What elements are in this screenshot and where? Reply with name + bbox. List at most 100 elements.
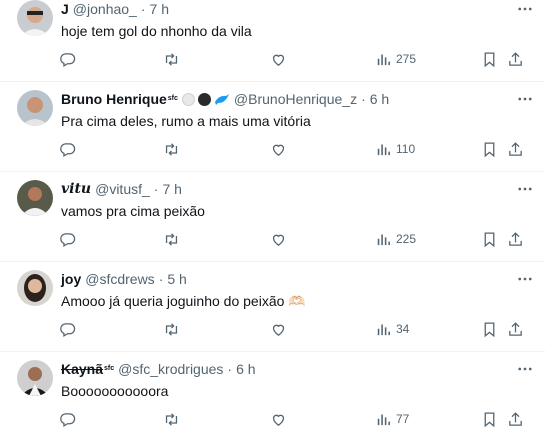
name-superscript: sfc (167, 95, 178, 102)
separator-dot: · (153, 181, 159, 197)
tweet[interactable]: Kaynã sfc @sfc_krodrigues · 6 h Booooooo… (0, 352, 545, 435)
views-icon (377, 234, 390, 245)
timestamp[interactable]: 6 h (370, 90, 389, 108)
handle[interactable]: @sfc_krodrigues (118, 360, 223, 378)
retweet-button[interactable] (163, 138, 180, 160)
share-button[interactable] (507, 48, 524, 70)
retweet-icon (165, 412, 178, 426)
more-icon[interactable] (516, 180, 534, 198)
reply-button[interactable] (59, 138, 76, 160)
views-button[interactable]: 77 (375, 408, 409, 430)
like-icon (272, 234, 285, 246)
bookmark-icon (484, 411, 495, 427)
reply-button[interactable] (59, 228, 76, 250)
tweet-header: joy @sfcdrews · 5 h (61, 270, 187, 288)
more-icon[interactable] (516, 90, 534, 108)
views-button[interactable]: 275 (375, 48, 416, 70)
display-name[interactable]: joy (61, 270, 81, 288)
tweet[interactable]: vitu @vitusf_ · 7 h vamos pra cima peixã… (0, 172, 545, 262)
share-button[interactable] (507, 138, 524, 160)
avatar[interactable] (17, 360, 53, 396)
bookmark-icon (484, 141, 495, 157)
views-button[interactable]: 110 (375, 138, 415, 160)
display-name[interactable]: vitu (61, 180, 91, 198)
bookmark-button[interactable] (481, 48, 498, 70)
share-icon (509, 231, 522, 246)
handle[interactable]: @sfcdrews (85, 270, 154, 288)
reply-button[interactable] (59, 48, 76, 70)
like-button[interactable] (270, 138, 287, 160)
tweet-actions: 225 (57, 228, 545, 250)
timestamp[interactable]: 7 h (162, 180, 181, 198)
display-name[interactable]: Bruno Henrique (61, 90, 167, 108)
timestamp[interactable]: 5 h (167, 270, 186, 288)
name-emoji (181, 92, 230, 106)
tweet-text: vamos pra cima peixão (61, 203, 205, 219)
bookmark-button[interactable] (481, 138, 498, 160)
separator-dot: · (361, 91, 366, 107)
views-button[interactable]: 225 (375, 228, 416, 250)
like-icon (272, 414, 285, 426)
more-icon[interactable] (516, 270, 534, 288)
avatar[interactable] (17, 0, 53, 36)
share-icon (509, 141, 522, 156)
handle[interactable]: @vitusf_ (95, 180, 150, 198)
like-button[interactable] (270, 408, 287, 430)
tweet-actions: 77 (57, 408, 545, 430)
reply-icon (60, 232, 76, 247)
bookmark-button[interactable] (481, 408, 498, 430)
handle[interactable]: @jonhao_ (73, 0, 137, 18)
views-button[interactable]: 34 (375, 318, 409, 340)
tweet-text: Booooooooooora (61, 383, 169, 399)
reply-button[interactable] (59, 408, 76, 430)
views-count: 275 (396, 52, 417, 66)
tweet-actions: 110 (57, 138, 545, 160)
views-icon (377, 324, 390, 335)
timestamp[interactable]: 6 h (236, 360, 255, 378)
tweet-text: Pra cima deles, rumo a mais uma vitória (61, 113, 311, 129)
timestamp[interactable]: 7 h (150, 0, 169, 18)
dolphin-icon (214, 93, 229, 105)
avatar[interactable] (17, 180, 53, 216)
reply-icon (60, 322, 76, 337)
retweet-icon (165, 322, 178, 336)
display-name[interactable]: J (61, 0, 69, 18)
views-count: 110 (396, 142, 416, 156)
separator-dot: · (140, 1, 146, 17)
reply-icon (60, 142, 76, 157)
views-icon (377, 54, 390, 65)
more-icon[interactable] (516, 0, 534, 18)
tweet[interactable]: Bruno Henrique sfc @BrunoHenrique_z · 6 … (0, 82, 545, 172)
bookmark-icon (484, 51, 495, 67)
like-icon (272, 54, 285, 66)
tweet[interactable]: joy @sfcdrews · 5 h Amooo já queria jogu… (0, 262, 545, 352)
reply-button[interactable] (59, 318, 76, 340)
like-button[interactable] (270, 318, 287, 340)
tweet[interactable]: J @jonhao_ · 7 h hoje tem gol do nhonho … (0, 0, 545, 82)
retweet-button[interactable] (163, 408, 180, 430)
views-icon (377, 414, 390, 425)
white-circle-icon (181, 92, 195, 106)
reply-icon (60, 52, 76, 67)
handle[interactable]: @BrunoHenrique_z (234, 90, 357, 108)
like-button[interactable] (270, 228, 287, 250)
share-icon (509, 411, 522, 426)
like-button[interactable] (270, 48, 287, 70)
tweet-text: hoje tem gol do nhonho da vila (61, 23, 252, 39)
avatar[interactable] (17, 270, 53, 306)
share-icon (509, 321, 522, 336)
retweet-button[interactable] (163, 48, 180, 70)
share-button[interactable] (507, 408, 524, 430)
bookmark-button[interactable] (481, 318, 498, 340)
bookmark-icon (484, 321, 495, 337)
display-name[interactable]: Kaynã (61, 360, 103, 378)
retweet-button[interactable] (163, 318, 180, 340)
avatar[interactable] (17, 90, 53, 126)
more-icon[interactable] (516, 360, 534, 378)
share-button[interactable] (507, 318, 524, 340)
separator-dot: · (227, 361, 233, 377)
retweet-button[interactable] (163, 228, 180, 250)
share-button[interactable] (507, 228, 524, 250)
bookmark-button[interactable] (481, 228, 498, 250)
tweet-header: Kaynã sfc @sfc_krodrigues · 6 h (61, 360, 256, 378)
